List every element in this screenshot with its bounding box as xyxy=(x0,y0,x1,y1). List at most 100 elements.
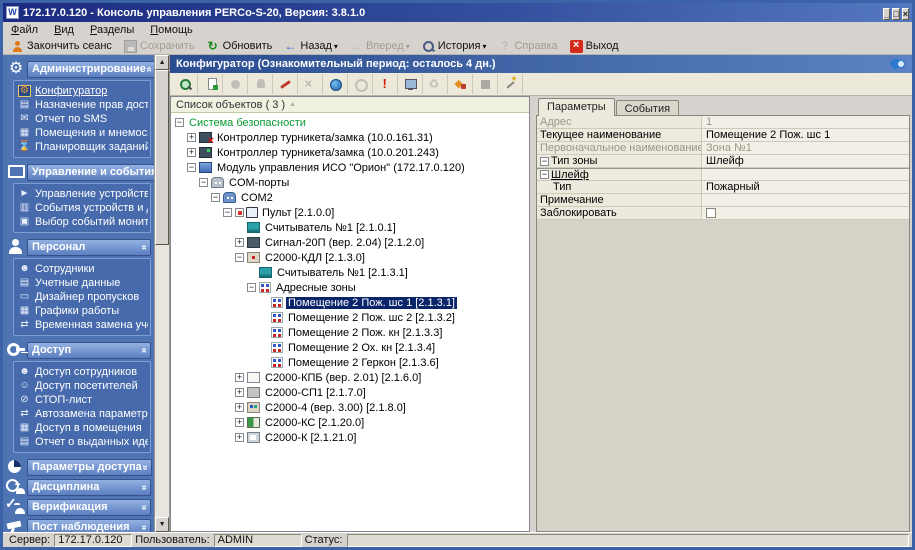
section-header-bar[interactable]: Управление и события» xyxy=(27,164,154,181)
expand-chevron-icon[interactable]: » xyxy=(139,464,150,470)
sidebar-item[interactable]: ▭Дизайнер пропусков xyxy=(16,290,148,304)
collapse-minus-icon[interactable]: − xyxy=(540,157,549,166)
tree-node-label[interactable]: Система безопасности xyxy=(187,117,308,129)
collapse-minus-icon[interactable]: − xyxy=(540,170,549,179)
tab-параметры[interactable]: Параметры xyxy=(538,98,615,116)
tree-node-label[interactable]: С2000-СП1 [2.1.7.0] xyxy=(263,387,368,399)
tree-node-label[interactable]: Считыватель №1 [2.1.0.1] xyxy=(263,222,398,234)
sidebar-section-key[interactable]: Доступ» xyxy=(5,341,151,359)
sidebar-section-check-person[interactable]: Верификация» xyxy=(5,498,151,516)
tree-node[interactable]: + С2000-КС [2.1.20.0] xyxy=(171,415,529,430)
expand-chevron-icon[interactable]: » xyxy=(138,524,149,530)
edit-pencil-button[interactable] xyxy=(273,74,298,94)
tree-node-label[interactable]: С2000-КДЛ [2.1.3.0] xyxy=(263,252,367,264)
tree-node-label[interactable]: COM-порты xyxy=(227,177,291,189)
закончить-сеанс-button[interactable]: Закончить сеанс xyxy=(5,38,118,54)
monitor-transfer-button[interactable] xyxy=(398,74,423,94)
property-value[interactable]: Помещение 2 Пож. шс 1 xyxy=(702,129,909,141)
search-device-button[interactable] xyxy=(173,74,198,94)
tree-node-label[interactable]: Модуль управления ИСО "Орион" (172.17.0.… xyxy=(215,162,467,174)
maximize-button[interactable]: □ xyxy=(892,8,899,20)
обновить-button[interactable]: Обновить xyxy=(201,38,279,54)
sidebar-item[interactable]: ✉Отчет по SMS xyxy=(16,112,148,126)
expand-plus-icon[interactable]: + xyxy=(235,373,244,382)
sidebar-item[interactable]: ▤Отчет о выданных идентиф... xyxy=(16,435,148,449)
tree-node-label[interactable]: С2000-4 (вер. 3.00) [2.1.8.0] xyxy=(263,402,408,414)
tree-node-label[interactable]: Помещение 2 Пож. шс 1 [2.1.3.1] xyxy=(286,297,457,309)
globe-button[interactable] xyxy=(323,74,348,94)
collapse-minus-icon[interactable]: − xyxy=(235,253,244,262)
выход-button[interactable]: Выход xyxy=(564,38,625,54)
property-value[interactable] xyxy=(702,207,909,219)
tab-события[interactable]: События xyxy=(616,100,679,116)
tree-node[interactable]: −COM-порты xyxy=(171,175,529,190)
tree-node[interactable]: +С2000-КПБ (вер. 2.01) [2.1.6.0] xyxy=(171,370,529,385)
tree-node-label[interactable]: Контроллер турникета/замка (10.0.161.31) xyxy=(215,132,435,144)
sidebar-item[interactable]: ▦Графики работы xyxy=(16,304,148,318)
sidebar-section-monitor[interactable]: Управление и события» xyxy=(5,163,151,181)
blocked-checkbox[interactable] xyxy=(706,208,716,218)
tree-node[interactable]: Считыватель №1 [2.1.3.1] xyxy=(171,265,529,280)
menu-файл[interactable]: Файл xyxy=(3,23,46,37)
dropdown-arrow-icon[interactable]: ▾ xyxy=(406,42,410,51)
expand-chevron-icon[interactable]: » xyxy=(138,484,149,490)
document-config-button[interactable] xyxy=(198,74,223,94)
menu-разделы[interactable]: Разделы xyxy=(82,23,142,37)
menu-вид[interactable]: Вид xyxy=(46,23,82,37)
tree-node-label[interactable]: Пульт [2.1.0.0] xyxy=(260,207,336,219)
tree-node[interactable]: − С2000-КДЛ [2.1.3.0] xyxy=(171,250,529,265)
sidebar-item[interactable]: ▤Назначение прав доступа о... xyxy=(16,98,148,112)
tree-node[interactable]: −Система безопасности xyxy=(171,115,529,130)
scrollbar-track[interactable] xyxy=(155,70,169,517)
property-value[interactable]: Шлейф xyxy=(702,155,909,167)
expand-plus-icon[interactable]: + xyxy=(235,238,244,247)
section-header-bar[interactable]: Параметры доступа» xyxy=(27,459,152,476)
section-header-bar[interactable]: Администрирование» xyxy=(27,61,154,78)
collapse-minus-icon[interactable]: − xyxy=(247,283,256,292)
collapse-chevron-icon[interactable]: » xyxy=(143,66,154,72)
tree-node[interactable]: +Контроллер турникета/замка (10.0.161.31… xyxy=(171,130,529,145)
collapse-minus-icon[interactable]: − xyxy=(211,193,220,202)
tree-node[interactable]: Помещение 2 Пож. шс 2 [2.1.3.2] xyxy=(171,310,529,325)
tree-node[interactable]: − Пульт [2.1.0.0] xyxy=(171,205,529,220)
sidebar-section-gear[interactable]: Администрирование» xyxy=(5,60,151,78)
property-value[interactable] xyxy=(702,169,909,180)
section-header-bar[interactable]: Доступ» xyxy=(27,342,151,359)
sidebar-item[interactable]: ▦Доступ в помещения xyxy=(16,421,148,435)
expand-plus-icon[interactable]: + xyxy=(235,388,244,397)
sidebar-item[interactable]: ⚙Конфигуратор xyxy=(16,84,148,98)
sidebar-section-camera[interactable]: Пост наблюдения» xyxy=(5,518,151,532)
tree-node[interactable]: −Адресные зоны xyxy=(171,280,529,295)
tree-node-label[interactable]: Сигнал-20П (вер. 2.04) [2.1.2.0] xyxy=(263,237,426,249)
dropdown-arrow-icon[interactable]: ▾ xyxy=(334,42,338,51)
tree-node[interactable]: Помещение 2 Геркон [2.1.3.6] xyxy=(171,355,529,370)
sidebar-item[interactable]: ⊘СТОП-лист xyxy=(16,393,148,407)
property-value[interactable] xyxy=(702,194,909,206)
tree-node[interactable]: +Контроллер турникета/замка (10.0.201.24… xyxy=(171,145,529,160)
section-header-bar[interactable]: Пост наблюдения» xyxy=(27,519,151,533)
section-header-bar[interactable]: Верификация» xyxy=(27,499,151,516)
minimize-button[interactable]: _ xyxy=(883,8,890,20)
brush-palette-button[interactable] xyxy=(448,74,473,94)
collapse-chevron-icon[interactable]: » xyxy=(138,244,149,250)
tree-header[interactable]: Список объектов ( 3 ) ▲ xyxy=(171,97,529,113)
close-button[interactable]: × xyxy=(902,8,909,20)
sidebar-item[interactable]: ▥События устройств и дейст... xyxy=(16,201,148,215)
section-header-bar[interactable]: Персонал» xyxy=(27,239,151,256)
sidebar-item[interactable]: ☺Доступ посетителей xyxy=(16,379,148,393)
sidebar-item[interactable]: ⇄Временная замена учетных ... xyxy=(16,318,148,332)
tree-node[interactable]: Помещение 2 Пож. кн [2.1.3.3] xyxy=(171,325,529,340)
sidebar-section-globe-clock[interactable]: Параметры доступа» xyxy=(5,458,151,476)
collapse-minus-icon[interactable]: − xyxy=(223,208,232,217)
expand-plus-icon[interactable]: + xyxy=(235,403,244,412)
expand-plus-icon[interactable]: + xyxy=(235,418,244,427)
sidebar-item[interactable]: ⇄Автозамена параметров до... xyxy=(16,407,148,421)
sidebar-item[interactable]: ☻Сотрудники xyxy=(16,262,148,276)
warning-exclamation-button[interactable] xyxy=(373,74,398,94)
tree-node[interactable]: + С2000-СП1 [2.1.7.0] xyxy=(171,385,529,400)
tree-node-label[interactable]: С2000-КС [2.1.20.0] xyxy=(263,417,366,429)
tree-node[interactable]: Помещение 2 Ох. кн [2.1.3.4] xyxy=(171,340,529,355)
collapse-minus-icon[interactable]: − xyxy=(187,163,196,172)
tree-node-label[interactable]: Помещение 2 Геркон [2.1.3.6] xyxy=(286,357,441,369)
scroll-up-button[interactable]: ▲ xyxy=(155,55,169,70)
